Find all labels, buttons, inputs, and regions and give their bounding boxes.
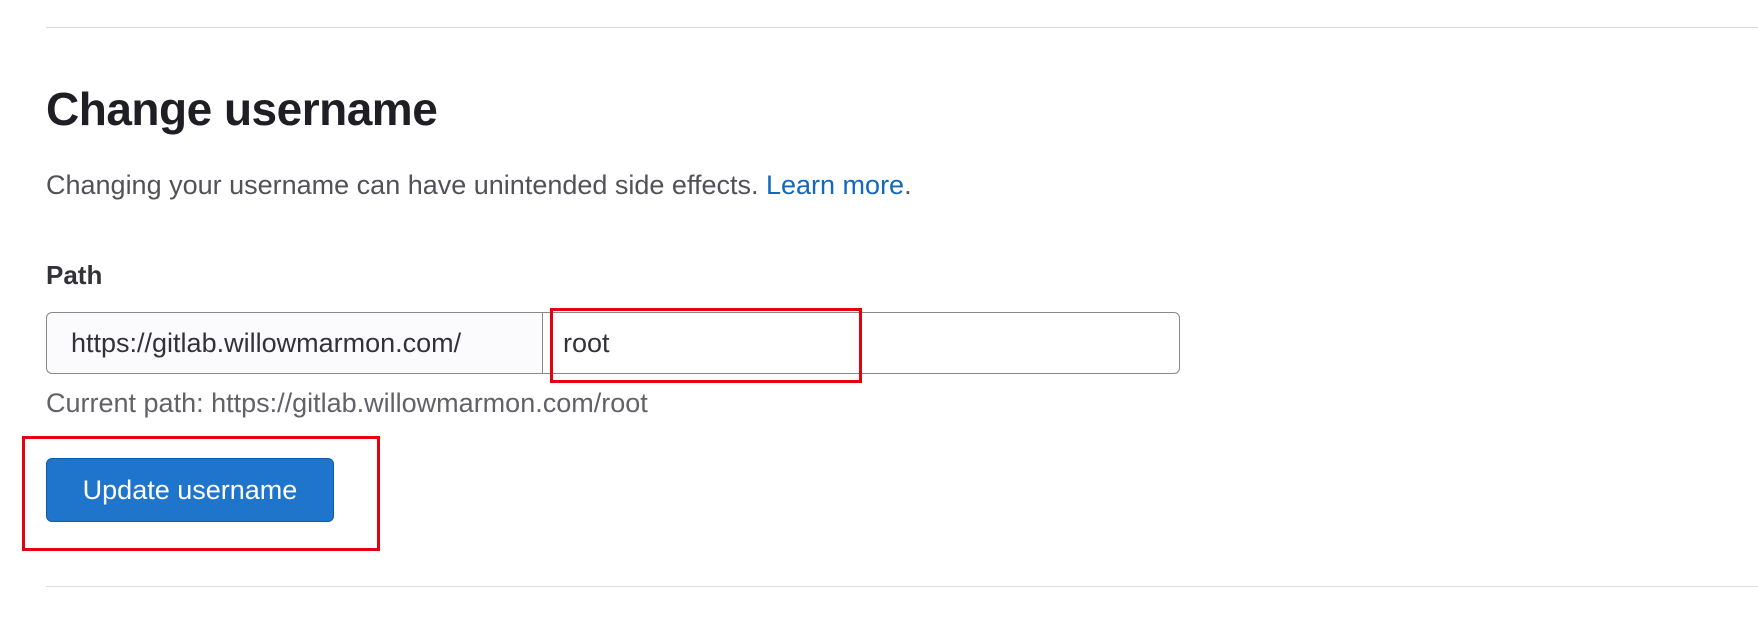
bottom-divider — [46, 586, 1758, 587]
learn-more-link[interactable]: Learn more — [766, 170, 904, 200]
update-username-button[interactable]: Update username — [46, 458, 334, 522]
top-divider — [46, 27, 1758, 28]
path-label: Path — [46, 260, 103, 290]
section-description: Changing your username can have unintend… — [46, 168, 912, 203]
username-input[interactable] — [542, 312, 1180, 374]
path-prefix: https://gitlab.willowmarmon.com/ — [46, 312, 542, 374]
description-text: Changing your username can have unintend… — [46, 170, 759, 200]
path-input-group: https://gitlab.willowmarmon.com/ — [46, 312, 1180, 374]
page-title: Change username — [46, 83, 438, 135]
description-suffix: . — [904, 170, 912, 200]
current-path-hint: Current path: https://gitlab.willowmarmo… — [46, 388, 648, 418]
